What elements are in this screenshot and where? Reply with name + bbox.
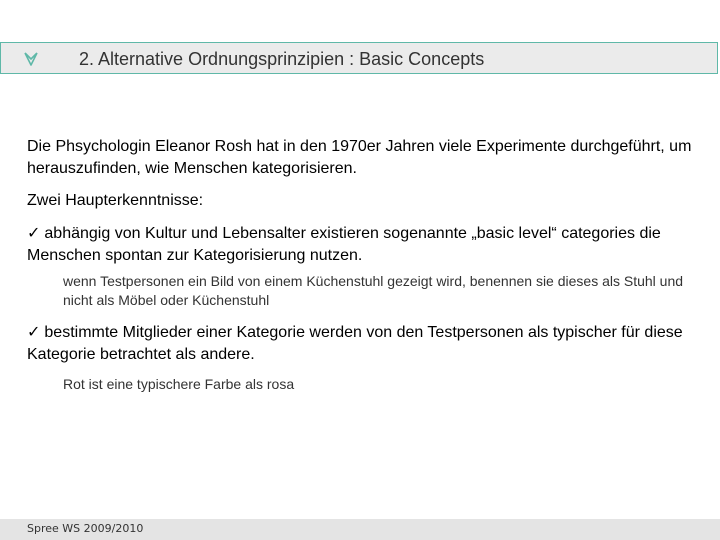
finding-1-text: abhängig von Kultur und Lebensalter exis… [27,225,661,264]
finding-2: ✓ bestimmte Mitglieder einer Kategorie we… [27,322,697,366]
arrow-bullet-icon [24,52,38,66]
checkmark-icon: ✓ [27,324,41,341]
slide-title: 2. Alternative Ordnungsprinzipien : Basi… [79,49,485,69]
footer-label: Spree WS 2009/2010 [27,522,144,535]
finding-1: ✓ abhängig von Kultur und Lebensalter exi… [27,223,697,267]
finding-2-text: bestimmte Mitglieder einer Kategorie wer… [27,324,683,363]
findings-heading: Zwei Haupterkenntnisse: [27,192,204,209]
finding-1-example: wenn Testpersonen ein Bild von einem Küc… [63,273,684,308]
finding-2-example: Rot ist eine typischere Farbe als rosa [63,376,295,392]
intro-paragraph: Die Phsychologin Eleanor Rosh hat in den… [27,138,692,177]
title-bar: 2. Alternative Ordnungsprinzipien : Basi… [0,42,718,74]
checkmark-icon: ✓ [27,225,41,242]
slide-content: Die Phsychologin Eleanor Rosh hat in den… [27,136,697,394]
